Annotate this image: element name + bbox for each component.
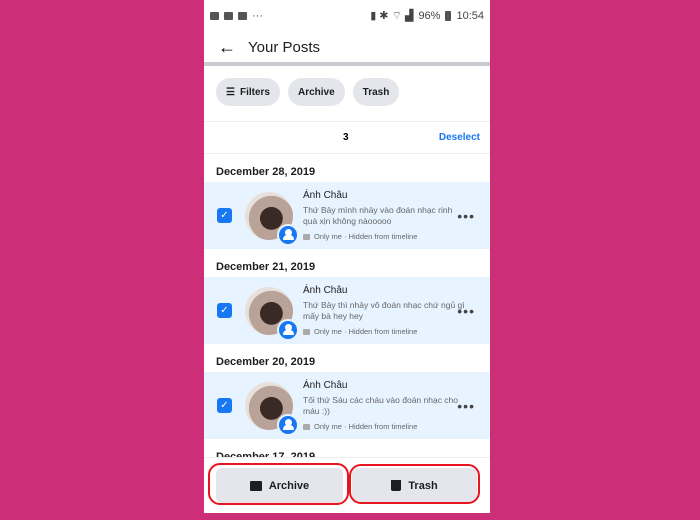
status-bar: ··· ▮ ✱ ⌔ ▟ 96% 10:54 xyxy=(204,0,490,32)
author-name: Ánh Châu xyxy=(303,380,348,391)
date-header: December 20, 2019 xyxy=(216,356,316,368)
filters-chip[interactable]: ☰ Filters xyxy=(216,78,280,106)
battery-level: 96% xyxy=(418,10,441,22)
date-header: December 28, 2019 xyxy=(216,166,316,178)
phone-screen: ··· ▮ ✱ ⌔ ▟ 96% 10:54 ← Your Posts ☰ Filter… xyxy=(204,0,490,513)
privacy-text: Only me · Hidden from timeline xyxy=(314,422,418,431)
image-icon xyxy=(210,12,219,20)
post-row[interactable]: ✓ Ánh Châu Tối thứ Sáu các cháu vào đoán… xyxy=(204,372,490,439)
chip-label: Archive xyxy=(297,86,335,98)
date-header: December 21, 2019 xyxy=(216,261,316,273)
privacy-text: Only me · Hidden from timeline xyxy=(314,327,418,336)
post-text: Tối thứ Sáu các cháu vào đoán nhạc cho m… xyxy=(303,395,459,416)
highlight-ring xyxy=(208,463,349,505)
post-row[interactable]: ✓ Ánh Châu Thứ Bảy thì nhảy vô đoán nhạc… xyxy=(204,277,490,344)
avatar xyxy=(245,381,299,436)
chip-label: Trash xyxy=(362,86,390,98)
post-text: Thứ Bảy mình nhảy vào đoán nhạc rinh quà… xyxy=(303,205,453,226)
checkbox[interactable]: ✓ xyxy=(217,208,232,223)
more-options-icon[interactable]: ••• xyxy=(457,208,475,224)
avatar xyxy=(245,286,299,341)
chip-label: Filters xyxy=(239,86,270,98)
post-content: Ánh Châu Thứ Bảy thì nhảy vô đoán nhạc c… xyxy=(303,285,468,336)
profile-icon xyxy=(277,413,299,436)
message-icon xyxy=(224,12,233,20)
check-icon: ✓ xyxy=(220,305,229,316)
check-icon: ✓ xyxy=(220,400,229,411)
post-list: December 28, 2019 ✓ Ánh Châu Thứ Bảy mìn… xyxy=(204,154,490,439)
post-text: Thứ Bảy thì nhảy vô đoán nhạc chứ ngủ gì… xyxy=(303,300,465,321)
battery-icon xyxy=(445,11,452,21)
lock-icon xyxy=(303,423,310,430)
more-options-icon[interactable]: ••• xyxy=(457,303,475,319)
post-meta: Only me · Hidden from timeline xyxy=(303,232,468,241)
checkbox[interactable]: ✓ xyxy=(217,303,232,318)
author-name: Ánh Châu xyxy=(303,190,348,201)
lock-icon xyxy=(303,328,310,335)
post-meta: Only me · Hidden from timeline xyxy=(303,422,468,431)
selection-bar: 3 Deselect xyxy=(204,122,490,154)
post-meta: Only me · Hidden from timeline xyxy=(303,327,468,336)
deselect-button[interactable]: Deselect xyxy=(439,132,480,143)
archive-chip[interactable]: Archive xyxy=(287,78,345,106)
trash-chip[interactable]: Trash xyxy=(352,78,400,106)
signal-icon: ▮ ✱ ⌔ ▟ xyxy=(370,10,414,22)
author-name: Ánh Châu xyxy=(303,285,348,296)
check-icon: ✓ xyxy=(220,210,229,221)
privacy-text: Only me · Hidden from timeline xyxy=(314,232,418,241)
profile-icon xyxy=(277,318,299,341)
post-row[interactable]: ✓ Ánh Châu Thứ Bảy mình nhảy vào đoán nh… xyxy=(204,182,490,249)
selected-count: 3 xyxy=(343,132,349,143)
app-bar: ← Your Posts xyxy=(204,32,490,66)
profile-icon xyxy=(277,223,299,246)
bottom-action-bar: Archive Trash xyxy=(204,457,490,513)
filter-chips: ☰ Filters Archive Trash xyxy=(204,66,490,122)
page-title: Your Posts xyxy=(248,38,320,56)
lock-icon xyxy=(303,233,310,240)
highlight-ring xyxy=(349,464,480,504)
mail-icon xyxy=(238,12,247,20)
checkbox[interactable]: ✓ xyxy=(217,398,232,413)
post-content: Ánh Châu Thứ Bảy mình nhảy vào đoán nhạc… xyxy=(303,190,468,241)
more-icon: ··· xyxy=(252,10,263,22)
clock: 10:54 xyxy=(456,10,484,22)
avatar xyxy=(245,191,299,246)
post-content: Ánh Châu Tối thứ Sáu các cháu vào đoán n… xyxy=(303,380,468,431)
back-arrow-icon[interactable]: ← xyxy=(218,37,248,58)
more-options-icon[interactable]: ••• xyxy=(457,398,475,414)
sliders-icon: ☰ xyxy=(226,86,235,98)
